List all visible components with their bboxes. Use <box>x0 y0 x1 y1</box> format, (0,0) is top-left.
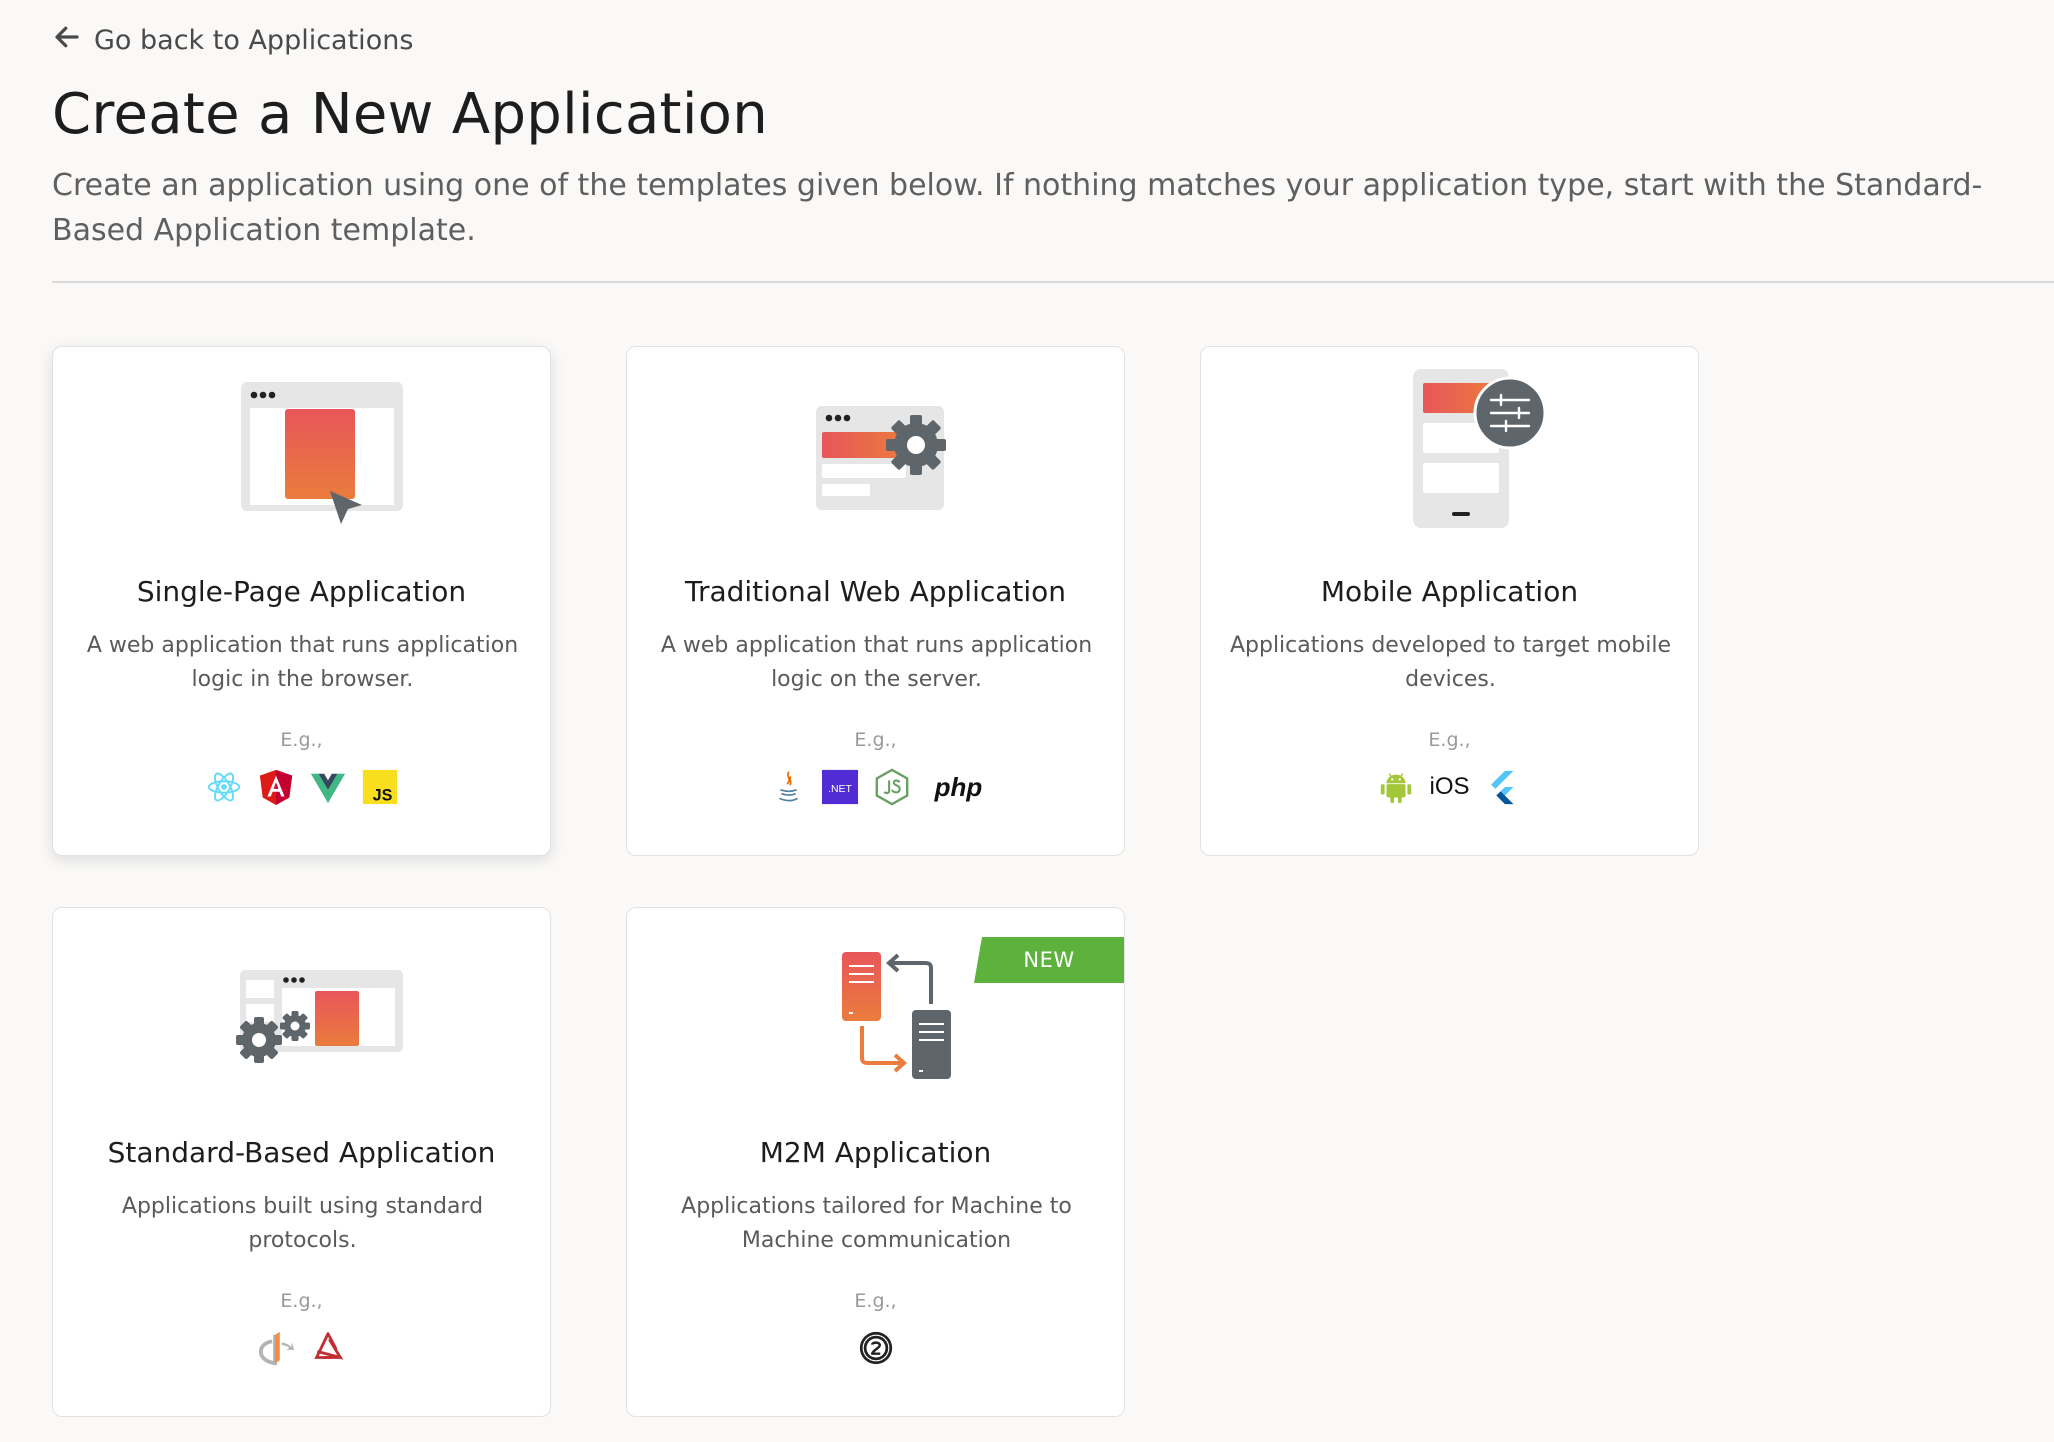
back-link-label: Go back to Applications <box>94 25 414 56</box>
dotnet-icon: .NET <box>821 768 859 806</box>
saml-icon <box>309 1329 347 1367</box>
m2m-illustration <box>627 930 1124 1090</box>
card-title: M2M Application <box>759 1136 992 1169</box>
card-title: Traditional Web Application <box>684 575 1067 608</box>
card-title: Standard-Based Application <box>107 1136 496 1169</box>
page-subtitle: Create an application using one of the t… <box>52 168 1983 248</box>
react-icon <box>205 768 243 806</box>
traditional-web-illustration <box>627 369 1124 529</box>
spa-illustration <box>53 369 550 529</box>
card-description: A web application that runs application … <box>660 633 1093 692</box>
svg-text:JS: JS <box>372 786 392 804</box>
card-eg-label: E.g., <box>854 1290 897 1312</box>
template-card-mobile[interactable]: Mobile Application Applications develope… <box>1200 346 1699 856</box>
header-divider <box>52 281 2054 283</box>
oauth2-icon <box>857 1329 895 1367</box>
android-icon <box>1377 768 1415 806</box>
card-description: Applications developed to target mobile … <box>1229 633 1672 692</box>
svg-text:.NET: .NET <box>828 784 852 795</box>
card-description: Applications built using standard protoc… <box>121 1194 484 1253</box>
template-card-single-page[interactable]: Single-Page Application A web applicatio… <box>52 346 551 856</box>
card-description: Applications tailored for Machine to Mac… <box>681 1194 1072 1253</box>
nodejs-icon <box>873 768 911 806</box>
mobile-illustration <box>1201 369 1698 529</box>
template-card-m2m[interactable]: NEW M2M Application Applications tailore… <box>626 907 1125 1417</box>
tech-logos: JS <box>53 765 550 809</box>
vue-icon <box>309 768 347 806</box>
page-title: Create a New Application <box>52 82 769 147</box>
card-title: Single-Page Application <box>136 575 467 608</box>
card-title: Mobile Application <box>1320 575 1579 608</box>
arrow-left-icon <box>52 22 82 59</box>
angular-icon <box>257 768 295 806</box>
tech-logos: .NET php <box>627 765 1124 809</box>
card-description: A web application that runs application … <box>86 633 519 692</box>
template-card-traditional-web[interactable]: Traditional Web Application A web applic… <box>626 346 1125 856</box>
java-icon <box>769 768 807 806</box>
card-eg-label: E.g., <box>280 729 323 751</box>
php-logo-text: php <box>934 771 983 802</box>
template-card-standard-based[interactable]: Standard-Based Application Applications … <box>52 907 551 1417</box>
flutter-icon <box>1484 768 1522 806</box>
card-eg-label: E.g., <box>280 1290 323 1312</box>
card-eg-label: E.g., <box>1428 729 1471 751</box>
card-eg-label: E.g., <box>854 729 897 751</box>
ios-logo-text: iOS <box>1429 773 1470 800</box>
standard-based-illustration <box>53 930 550 1090</box>
back-to-applications-link[interactable]: Go back to Applications <box>52 22 413 59</box>
tech-logos <box>627 1326 1124 1370</box>
javascript-icon: JS <box>361 768 399 806</box>
tech-logos: iOS <box>1201 765 1698 809</box>
tech-logos <box>53 1326 550 1370</box>
openid-icon <box>257 1329 295 1367</box>
